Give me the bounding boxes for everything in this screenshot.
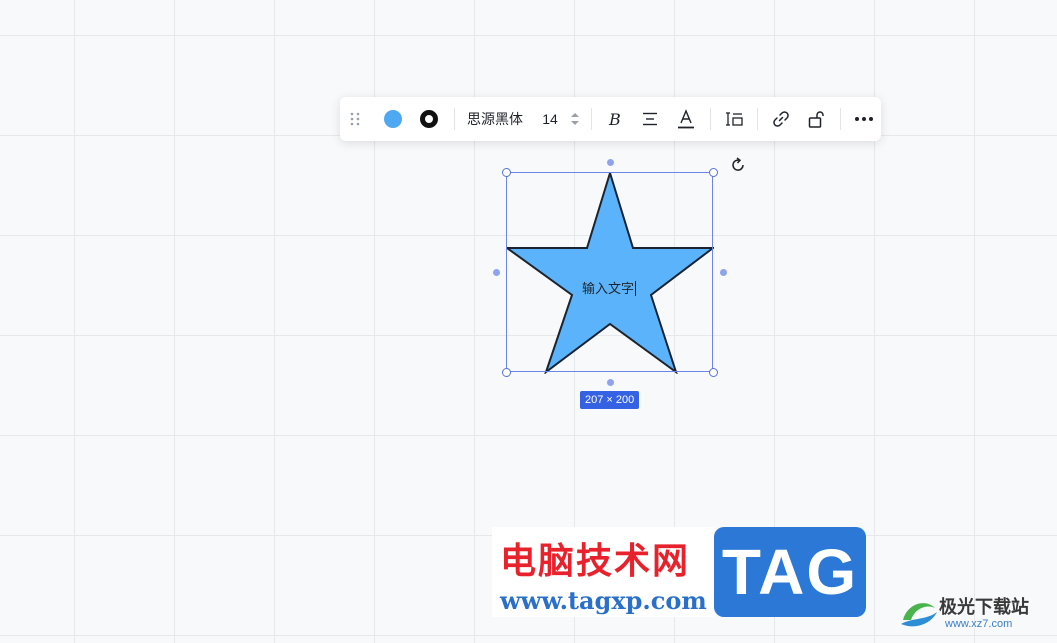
- font-size-stepper[interactable]: [565, 97, 585, 141]
- watermark-site-name: 极光下载站: [939, 597, 1029, 617]
- svg-text:B: B: [608, 111, 621, 127]
- text-color-icon: [678, 109, 694, 129]
- more-button[interactable]: [847, 97, 881, 141]
- align-button[interactable]: [632, 97, 668, 141]
- line-spacing-button[interactable]: [717, 97, 751, 141]
- bold-icon: B: [608, 111, 621, 127]
- fill-color-button[interactable]: [376, 97, 410, 141]
- connect-point-right[interactable]: [720, 269, 727, 276]
- stroke-color-button[interactable]: [410, 97, 448, 141]
- size-badge: 207 × 200: [580, 391, 640, 409]
- lock-button[interactable]: [798, 97, 834, 141]
- watermark-url: www.tagxp.com: [500, 586, 707, 615]
- drag-handle-icon[interactable]: [348, 97, 362, 141]
- watermark-site-url: www.xz7.com: [945, 618, 1013, 630]
- more-icon: [855, 117, 873, 121]
- selection-box: [506, 172, 713, 372]
- link-icon: [773, 111, 789, 127]
- watermark-tag-logo: TAG: [714, 527, 866, 617]
- rotate-icon[interactable]: [729, 156, 747, 174]
- resize-handle-bottom-right[interactable]: [709, 368, 718, 377]
- font-family-select[interactable]: 思源黑体: [461, 97, 529, 141]
- watermark-title: 电脑技术网: [500, 541, 691, 582]
- line-spacing-icon: [726, 112, 743, 126]
- stepper-icon: [571, 113, 579, 125]
- text-color-button[interactable]: [668, 97, 704, 141]
- connect-point-left[interactable]: [493, 269, 500, 276]
- stroke-color-icon: [420, 110, 438, 128]
- connect-point-top[interactable]: [607, 159, 614, 166]
- connect-point-bottom[interactable]: [607, 379, 614, 386]
- align-icon: [643, 112, 657, 126]
- resize-handle-top-left[interactable]: [502, 168, 511, 177]
- fill-color-icon: [384, 110, 402, 128]
- resize-handle-top-right[interactable]: [709, 168, 718, 177]
- bold-button[interactable]: B: [598, 97, 632, 141]
- resize-handle-bottom-left[interactable]: [502, 368, 511, 377]
- font-size-field[interactable]: 14: [529, 97, 565, 141]
- link-button[interactable]: [764, 97, 798, 141]
- format-toolbar: 思源黑体 14 B: [340, 97, 881, 141]
- unlock-icon: [808, 111, 824, 128]
